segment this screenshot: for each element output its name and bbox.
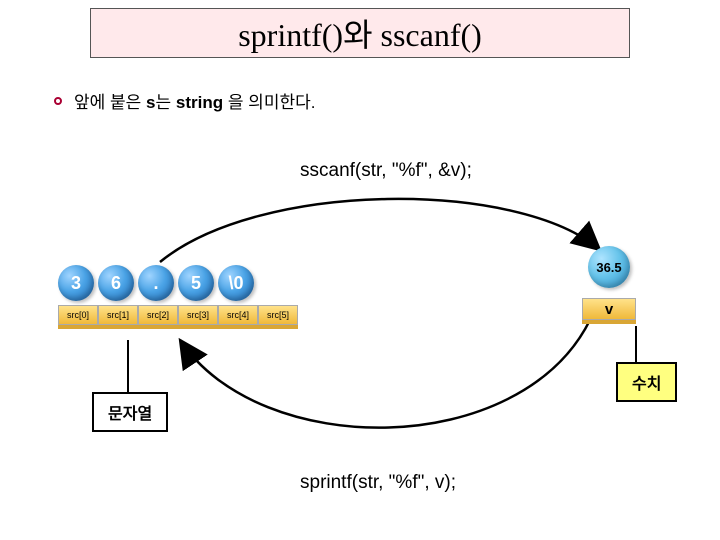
array-index-label: src[4] (218, 305, 258, 325)
bullet-line: 앞에 붙은 s는 string 을 의미한다. (54, 88, 315, 113)
bullet-text: 앞에 붙은 s는 string 을 의미한다. (74, 88, 315, 113)
char-array-circles: 3 6 . 5 \0 (58, 265, 298, 301)
char-circle: 3 (58, 265, 94, 301)
label-string: 문자열 (92, 392, 168, 432)
value-var-box: v (582, 298, 636, 320)
array-index-label: src[3] (178, 305, 218, 325)
bullet-strong-string: string (176, 93, 228, 112)
value-circle: 36.5 (588, 246, 630, 288)
array-index-label: src[0] (58, 305, 98, 325)
array-index-label: src[2] (138, 305, 178, 325)
bullet-mid: 는 (155, 93, 175, 112)
arrow-sscanf (160, 199, 600, 262)
code-sprintf: sprintf(str, "%f", v); (300, 472, 456, 494)
array-index-label: src[5] (258, 305, 298, 325)
char-circle: \0 (218, 265, 254, 301)
bullet-icon (54, 97, 62, 105)
bullet-suffix: 을 의미한다. (228, 93, 316, 112)
char-circle: 6 (98, 265, 134, 301)
label-number: 수치 (616, 362, 677, 402)
array-index-label: src[1] (98, 305, 138, 325)
title-bar: sprintf()와 sscanf() (90, 8, 630, 58)
char-array: 3 6 . 5 \0 src[0] src[1] src[2] src[3] s… (58, 265, 298, 325)
char-circle: . (138, 265, 174, 301)
arrow-sprintf (180, 320, 590, 428)
page-title: sprintf()와 sscanf() (238, 10, 482, 56)
char-circle: 5 (178, 265, 214, 301)
char-array-labels: src[0] src[1] src[2] src[3] src[4] src[5… (58, 305, 298, 325)
code-sscanf: sscanf(str, "%f", &v); (300, 160, 472, 182)
bullet-prefix: 앞에 붙은 (74, 93, 146, 112)
